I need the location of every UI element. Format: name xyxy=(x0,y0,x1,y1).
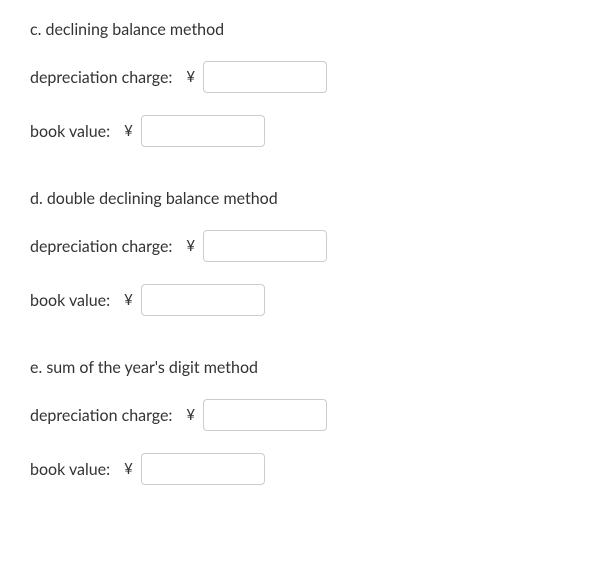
field-depreciation-charge: depreciation charge: ¥ xyxy=(30,230,582,262)
field-label: depreciation charge: xyxy=(30,406,172,425)
field-book-value: book value: ¥ xyxy=(30,284,582,316)
field-book-value: book value: ¥ xyxy=(30,453,582,485)
field-label: depreciation charge: xyxy=(30,237,172,256)
section-double-declining-balance: d. double declining balance method depre… xyxy=(30,189,582,316)
depreciation-charge-input[interactable] xyxy=(203,399,327,431)
field-depreciation-charge: depreciation charge: ¥ xyxy=(30,61,582,93)
currency-symbol: ¥ xyxy=(124,460,133,478)
field-label: book value: xyxy=(30,122,110,141)
currency-symbol: ¥ xyxy=(186,237,195,255)
section-title: c. declining balance method xyxy=(30,20,582,39)
section-declining-balance: c. declining balance method depreciation… xyxy=(30,20,582,147)
field-label: book value: xyxy=(30,291,110,310)
currency-symbol: ¥ xyxy=(186,68,195,86)
section-title: e. sum of the year's digit method xyxy=(30,358,582,377)
currency-symbol: ¥ xyxy=(124,122,133,140)
form-page: c. declining balance method depreciation… xyxy=(0,0,612,557)
field-label: book value: xyxy=(30,460,110,479)
book-value-input[interactable] xyxy=(141,115,265,147)
field-book-value: book value: ¥ xyxy=(30,115,582,147)
depreciation-charge-input[interactable] xyxy=(203,230,327,262)
currency-symbol: ¥ xyxy=(124,291,133,309)
field-label: depreciation charge: xyxy=(30,68,172,87)
depreciation-charge-input[interactable] xyxy=(203,61,327,93)
section-title: d. double declining balance method xyxy=(30,189,582,208)
book-value-input[interactable] xyxy=(141,284,265,316)
section-sum-of-years-digit: e. sum of the year's digit method deprec… xyxy=(30,358,582,485)
field-depreciation-charge: depreciation charge: ¥ xyxy=(30,399,582,431)
book-value-input[interactable] xyxy=(141,453,265,485)
currency-symbol: ¥ xyxy=(186,406,195,424)
